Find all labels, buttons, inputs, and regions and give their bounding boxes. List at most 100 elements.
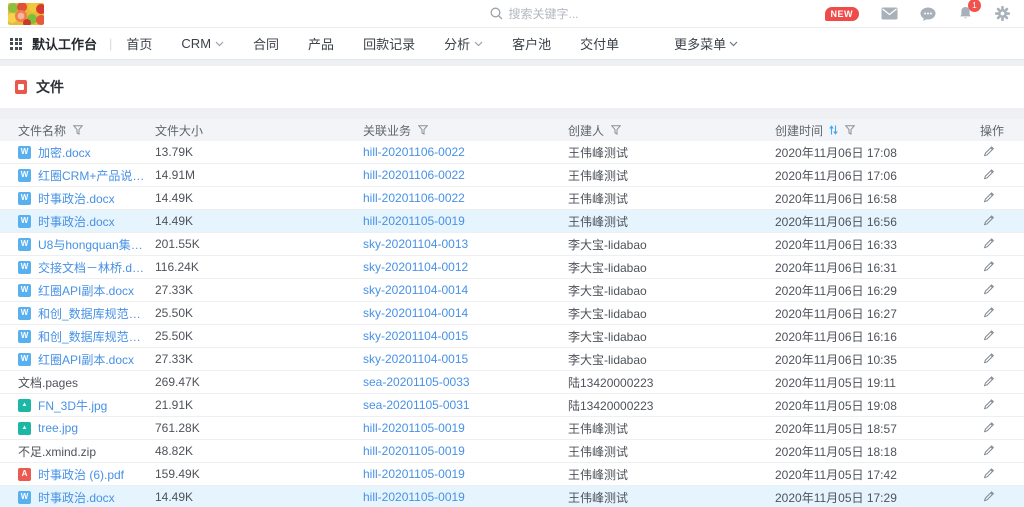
table-row[interactable]: W 时事政治.docx 14.49K hill-20201106-0022 王伟…	[0, 187, 1024, 210]
filter-icon[interactable]	[73, 125, 83, 135]
filter-icon[interactable]	[611, 125, 621, 135]
files-table: 文件名称 文件大小 关联业务 创建人 创建时间 操作 W 加密.docx 13.…	[0, 119, 1024, 507]
nav-item[interactable]: 回款记录	[363, 34, 415, 53]
edit-pencil-icon[interactable]	[983, 237, 995, 249]
related-business-link[interactable]: sea-20201105-0031	[363, 398, 470, 412]
file-name-link[interactable]: 交接文档－林桥.docx	[38, 259, 145, 276]
table-row[interactable]: W 时事政治.docx 14.49K hill-20201105-0019 王伟…	[0, 210, 1024, 233]
related-business-link[interactable]: hill-20201106-0022	[363, 145, 465, 159]
mail-icon[interactable]	[881, 7, 898, 20]
edit-pencil-icon[interactable]	[983, 260, 995, 272]
column-header[interactable]: 操作	[980, 122, 1024, 139]
edit-pencil-icon[interactable]	[983, 398, 995, 410]
file-name-link[interactable]: U8与hongquan集成方案.docx	[38, 236, 145, 253]
edit-pencil-icon[interactable]	[983, 352, 995, 364]
edit-pencil-icon[interactable]	[983, 283, 995, 295]
file-name-link[interactable]: 时事政治.docx	[38, 190, 115, 207]
file-name-link[interactable]: 和创_数据库规范_20171124.doc	[38, 328, 145, 345]
sort-icon[interactable]	[829, 125, 838, 135]
table-row[interactable]: W 加密.docx 13.79K hill-20201106-0022 王伟峰测…	[0, 141, 1024, 164]
related-business-link[interactable]: sky-20201104-0014	[363, 306, 468, 320]
edit-pencil-icon[interactable]	[983, 467, 995, 479]
edit-pencil-icon[interactable]	[983, 214, 995, 226]
table-row[interactable]: W 和创_数据库规范_20171124.doc 25.50K sky-20201…	[0, 325, 1024, 348]
related-business-link[interactable]: sky-20201104-0014	[363, 283, 468, 297]
related-business-link[interactable]: sky-20201104-0013	[363, 237, 468, 251]
settings-gear-icon[interactable]	[995, 6, 1010, 21]
related-business-link[interactable]: hill-20201105-0019	[363, 214, 465, 228]
file-name-link[interactable]: 时事政治.docx	[38, 489, 115, 506]
table-row[interactable]: W 交接文档－林桥.docx 116.24K sky-20201104-0012…	[0, 256, 1024, 279]
nav-item[interactable]: 产品	[308, 34, 334, 53]
edit-pencil-icon[interactable]	[983, 490, 995, 502]
related-business-link[interactable]: sky-20201104-0012	[363, 260, 468, 274]
related-business-link[interactable]: hill-20201106-0022	[363, 168, 465, 182]
filter-icon[interactable]	[418, 125, 428, 135]
related-business-link[interactable]: hill-20201105-0019	[363, 467, 465, 481]
edit-pencil-icon[interactable]	[983, 444, 995, 456]
nav-item-label: 分析	[444, 34, 470, 53]
nav-item-label: 回款记录	[363, 34, 415, 53]
file-name-link[interactable]: 时事政治 (6).pdf	[38, 466, 124, 483]
table-row[interactable]: ▲ tree.jpg 761.28K hill-20201105-0019 王伟…	[0, 417, 1024, 440]
edit-pencil-icon[interactable]	[983, 421, 995, 433]
create-time: 2020年11月06日 16:56	[775, 213, 980, 230]
file-name-link[interactable]: tree.jpg	[38, 421, 78, 435]
related-business-link[interactable]: sea-20201105-0033	[363, 375, 470, 389]
file-name-link[interactable]: FN_3D牛.jpg	[38, 397, 107, 414]
file-name-link[interactable]: 红圈API副本.docx	[38, 351, 134, 368]
related-business-link[interactable]: hill-20201106-0022	[363, 191, 465, 205]
global-search[interactable]	[490, 7, 705, 21]
notification-bell-icon[interactable]: 1	[958, 6, 973, 21]
table-row[interactable]: W 红圈API副本.docx 27.33K sky-20201104-0014 …	[0, 279, 1024, 302]
related-business-link[interactable]: hill-20201105-0019	[363, 490, 465, 504]
chat-icon[interactable]	[920, 7, 936, 21]
edit-pencil-icon[interactable]	[983, 329, 995, 341]
apps-grid-icon[interactable]	[10, 38, 22, 50]
table-row[interactable]: W 红圈API副本.docx 27.33K sky-20201104-0015 …	[0, 348, 1024, 371]
file-name-link[interactable]: 和创_数据库规范_20171124.doc	[38, 305, 145, 322]
edit-pencil-icon[interactable]	[983, 375, 995, 387]
edit-pencil-icon[interactable]	[983, 168, 995, 180]
app-logo[interactable]	[8, 3, 44, 25]
nav-item[interactable]: 客户池	[512, 34, 551, 53]
nav-item[interactable]: 首页	[126, 34, 152, 53]
nav-item[interactable]: 分析	[444, 34, 483, 53]
nav-item[interactable]: CRM	[181, 36, 224, 51]
search-input[interactable]	[509, 7, 679, 21]
edit-pencil-icon[interactable]	[983, 145, 995, 157]
create-time: 2020年11月06日 16:58	[775, 190, 980, 207]
column-header-label: 创建人	[568, 122, 604, 139]
related-business-link[interactable]: hill-20201105-0019	[363, 421, 465, 435]
more-menu-button[interactable]: 更多菜单	[674, 34, 738, 53]
edit-pencil-icon[interactable]	[983, 191, 995, 203]
related-business-link[interactable]: sky-20201104-0015	[363, 329, 468, 343]
nav-item-label: 产品	[308, 34, 334, 53]
file-name-link[interactable]: 时事政治.docx	[38, 213, 115, 230]
table-row[interactable]: A 时事政治 (6).pdf 159.49K hill-20201105-001…	[0, 463, 1024, 486]
table-row[interactable]: W U8与hongquan集成方案.docx 201.55K sky-20201…	[0, 233, 1024, 256]
file-name-link[interactable]: 红圈CRM+产品说明201901_前端...	[38, 167, 145, 184]
column-header[interactable]: 关联业务	[363, 122, 568, 139]
related-business-link[interactable]: hill-20201105-0019	[363, 444, 465, 458]
column-header[interactable]: 文件名称	[18, 122, 155, 139]
nav-item[interactable]: 合同	[253, 34, 279, 53]
filter-icon[interactable]	[845, 125, 855, 135]
file-name-link[interactable]: 红圈API副本.docx	[38, 282, 134, 299]
column-header[interactable]: 文件大小	[155, 122, 363, 139]
table-row[interactable]: W 红圈CRM+产品说明201901_前端... 14.91M hill-202…	[0, 164, 1024, 187]
table-row[interactable]: 文档.pages 269.47K sea-20201105-0033 陆1342…	[0, 371, 1024, 394]
column-header[interactable]: 创建时间	[775, 122, 980, 139]
table-row[interactable]: ▲ FN_3D牛.jpg 21.91K sea-20201105-0031 陆1…	[0, 394, 1024, 417]
table-row[interactable]: 不足.xmind.zip 48.82K hill-20201105-0019 王…	[0, 440, 1024, 463]
file-type-icon: W	[18, 192, 31, 205]
workspace-title[interactable]: 默认工作台	[32, 34, 97, 53]
edit-pencil-icon[interactable]	[983, 306, 995, 318]
file-name-link[interactable]: 加密.docx	[38, 144, 91, 161]
table-row[interactable]: W 和创_数据库规范_20171124.doc 25.50K sky-20201…	[0, 302, 1024, 325]
search-icon	[490, 7, 503, 20]
table-row[interactable]: W 时事政治.docx 14.49K hill-20201105-0019 王伟…	[0, 486, 1024, 507]
related-business-link[interactable]: sky-20201104-0015	[363, 352, 468, 366]
nav-item[interactable]: 交付单	[580, 34, 619, 53]
column-header[interactable]: 创建人	[568, 122, 775, 139]
